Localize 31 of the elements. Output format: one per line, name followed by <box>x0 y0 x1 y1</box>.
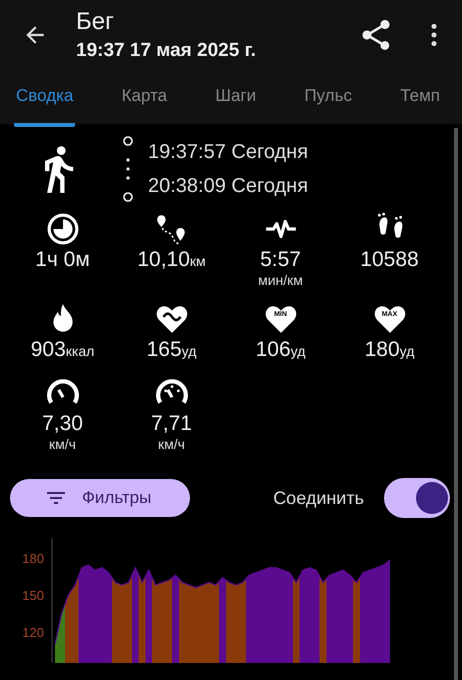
axis-label: 120 <box>22 625 44 640</box>
metric-unit: мин/км <box>258 272 303 288</box>
metric-value: 1ч 0м <box>35 248 90 272</box>
metric-value: 180уд <box>364 338 414 362</box>
join-label: Соединить <box>273 488 364 508</box>
end-time: 20:38:09 Сегодня <box>148 174 308 198</box>
metric-value: 7,30 <box>42 412 83 436</box>
tab[interactable]: Карта <box>120 78 170 127</box>
metric-value: 106уд <box>256 338 306 362</box>
metric-value: 5:57 <box>260 248 301 272</box>
axis-label: 150 <box>22 588 44 603</box>
more-icon[interactable] <box>430 22 438 48</box>
activity-title: Бег <box>76 8 115 36</box>
metric-value: 10,10км <box>137 248 206 272</box>
metric-value: 903ккал <box>30 338 94 362</box>
metric-value: 165уд <box>146 338 196 362</box>
activity-date: 19:37 17 мая 2025 г. <box>76 40 257 62</box>
filters-button[interactable]: Фильтры <box>10 479 190 517</box>
metric-value: 10588 <box>360 248 419 272</box>
tab[interactable]: Темп <box>398 78 442 127</box>
metric-value: 7,71 <box>151 412 192 436</box>
start-time: 19:37:57 Сегодня <box>148 140 308 164</box>
tab[interactable]: Пульс <box>302 78 354 127</box>
timeline-icon <box>122 136 134 202</box>
metric-unit: км/ч <box>158 436 185 452</box>
axis-label: 180 <box>22 550 44 566</box>
clock-icon <box>46 212 80 246</box>
metric-unit: км/ч <box>49 436 76 452</box>
tab[interactable]: Шаги <box>213 78 258 127</box>
tab[interactable]: Сводка <box>14 78 76 127</box>
join-toggle[interactable] <box>384 478 450 518</box>
